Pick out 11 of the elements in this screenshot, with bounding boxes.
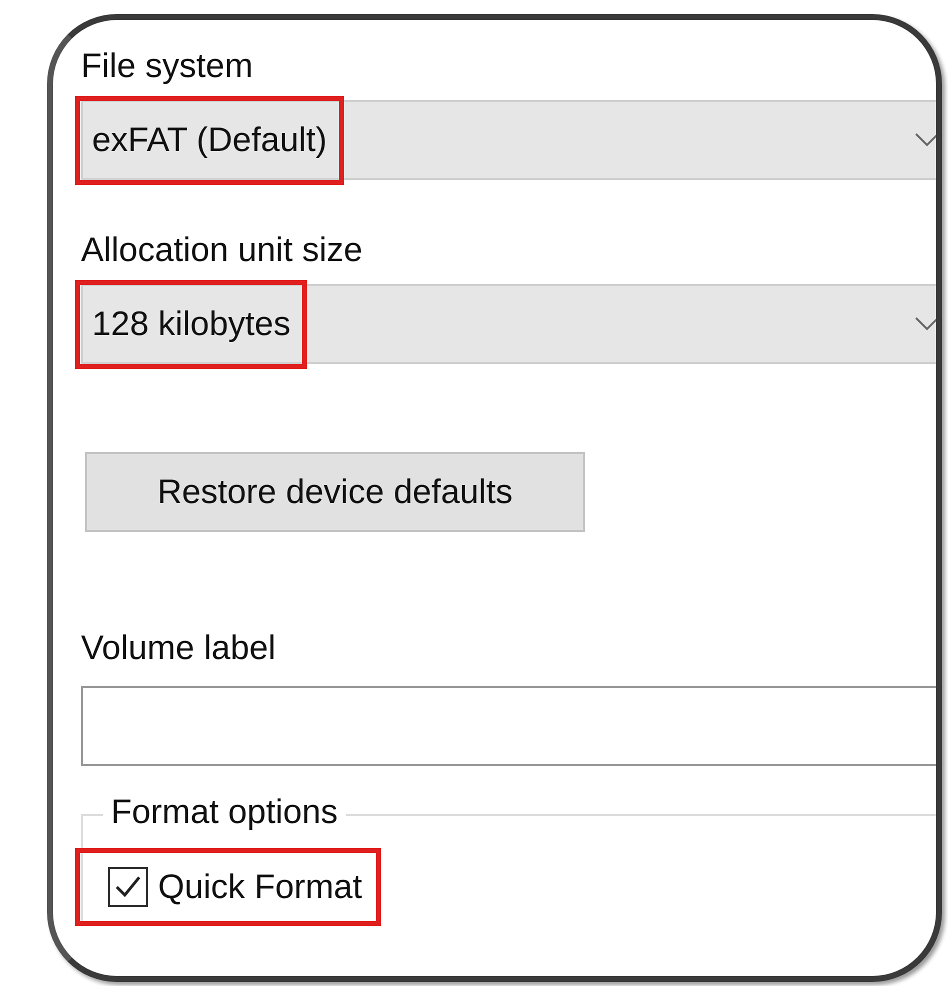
checkbox[interactable]: [108, 867, 148, 907]
highlight-frame: 128 kilobytes: [75, 280, 308, 368]
volume-label-input[interactable]: [81, 686, 936, 766]
restore-defaults-button[interactable]: Restore device defaults: [85, 452, 585, 532]
chevron-down-icon: [915, 133, 936, 147]
chevron-down-icon: [915, 317, 936, 331]
field-label: File system: [81, 46, 253, 86]
field-label: Volume label: [81, 628, 276, 668]
field-label: Allocation unit size: [81, 230, 363, 270]
checkbox-label[interactable]: Quick Format: [158, 868, 362, 906]
highlight-frame: exFAT (Default): [75, 96, 344, 184]
